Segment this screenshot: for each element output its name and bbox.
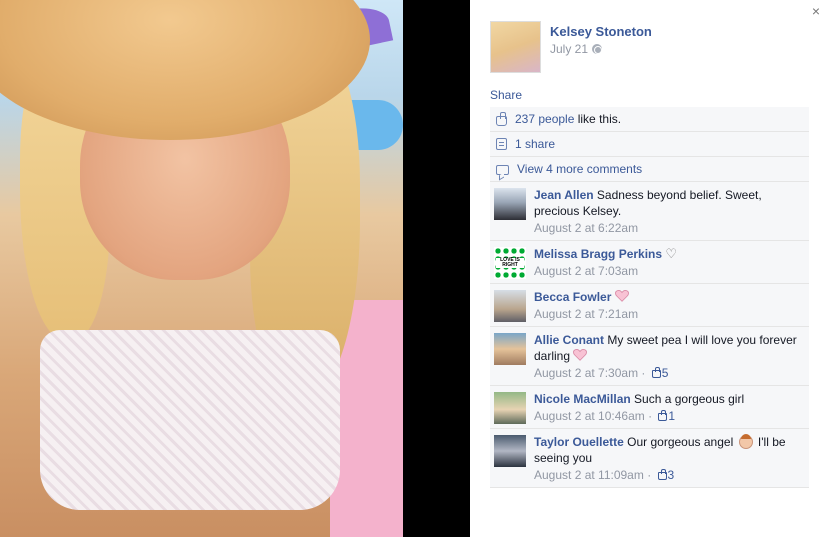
likes-count-link[interactable]: 237 people: [515, 112, 574, 126]
comment-body: Allie Conant My sweet pea I will love yo…: [534, 332, 803, 364]
commenter-avatar[interactable]: [494, 392, 526, 424]
close-icon[interactable]: ×: [809, 4, 823, 18]
comment-item: Jean Allen Sadness beyond belief. Sweet,…: [490, 182, 809, 241]
comment-body: Taylor Ouellette Our gorgeous angel I'll…: [534, 434, 803, 466]
angel-emoji-icon: [738, 434, 753, 449]
share-link[interactable]: Share: [490, 88, 522, 102]
post-date-text[interactable]: July 21: [550, 42, 588, 56]
comment-item: Taylor Ouellette Our gorgeous angel I'll…: [490, 429, 809, 488]
post-date: July 21: [550, 42, 603, 56]
feedback-section: 237 people like this. 1 share View 4 mor…: [490, 107, 809, 488]
like-icon: [657, 469, 667, 480]
likes-suffix: like this.: [574, 112, 622, 126]
comment-icon: [496, 164, 509, 175]
comment-text: Our gorgeous angel: [627, 435, 734, 449]
comment-item: LOVE IS RIGHT Melissa Bragg Perkins ♡ Au…: [490, 241, 809, 284]
comment-body: Becca Fowler: [534, 289, 803, 305]
shares-row: 1 share: [490, 132, 809, 157]
commenter-avatar[interactable]: [494, 290, 526, 322]
commenter-name[interactable]: Nicole MacMillan: [534, 392, 631, 406]
author-avatar[interactable]: [490, 21, 541, 73]
comment-item: Becca Fowler August 2 at 7:21am: [490, 284, 809, 327]
heart-outline-icon: ♡: [665, 246, 678, 261]
commenter-name[interactable]: Allie Conant: [534, 333, 604, 347]
like-icon: [651, 367, 661, 378]
likes-summary: 237 people like this.: [515, 112, 621, 126]
comment-meta: August 2 at 6:22am: [534, 220, 803, 236]
post-side-panel: × Kelsey Stoneton July 21 Share 237 peop…: [470, 0, 831, 537]
commenter-avatar[interactable]: LOVE IS RIGHT: [494, 247, 526, 279]
comment-meta: August 2 at 10:46am · 1: [534, 409, 676, 423]
commenter-avatar[interactable]: [494, 333, 526, 365]
shares-link[interactable]: 1 share: [515, 137, 555, 151]
comment-item: Allie Conant My sweet pea I will love yo…: [490, 327, 809, 386]
comment-time[interactable]: August 2 at 7:03am: [534, 264, 638, 278]
share-icon: [496, 138, 507, 150]
commenter-name[interactable]: Taylor Ouellette: [534, 435, 624, 449]
view-more-comments-link[interactable]: View 4 more comments: [517, 162, 642, 176]
author-name[interactable]: Kelsey Stoneton: [550, 24, 652, 39]
comment-item: Nicole MacMillan Such a gorgeous girl Au…: [490, 386, 809, 429]
post-author: Kelsey Stoneton July 21: [490, 21, 830, 73]
comment-meta: August 2 at 7:30am · 5: [534, 366, 669, 380]
heart-icon: [573, 349, 588, 361]
comment-body: Jean Allen Sadness beyond belief. Sweet,…: [534, 187, 803, 219]
avatar-logo-text: LOVE IS RIGHT: [496, 258, 524, 268]
commenter-name[interactable]: Melissa Bragg Perkins: [534, 247, 662, 261]
commenter-name[interactable]: Jean Allen: [534, 188, 594, 202]
comment-time[interactable]: August 2 at 6:22am: [534, 221, 638, 235]
like-icon: [658, 410, 668, 421]
comment-like-count: 3: [667, 468, 675, 482]
likes-row: 237 people like this.: [490, 107, 809, 132]
comment-body: Nicole MacMillan Such a gorgeous girl: [534, 391, 803, 407]
photo-lace-top: [40, 330, 340, 510]
comment-likes[interactable]: 3: [655, 468, 675, 482]
commenter-avatar[interactable]: [494, 435, 526, 467]
comment-likes[interactable]: 1: [655, 409, 675, 423]
comment-time[interactable]: August 2 at 7:30am: [534, 366, 638, 380]
comment-like-count: 5: [661, 366, 669, 380]
comment-text: Such a gorgeous girl: [634, 392, 745, 406]
comment-time[interactable]: August 2 at 10:46am: [534, 409, 645, 423]
comment-time[interactable]: August 2 at 7:21am: [534, 307, 638, 321]
globe-icon[interactable]: [592, 44, 603, 54]
commenter-avatar[interactable]: [494, 188, 526, 220]
comment-meta: August 2 at 7:21am: [534, 306, 803, 322]
comment-body: Melissa Bragg Perkins ♡: [534, 246, 803, 262]
comment-likes[interactable]: 5: [649, 366, 669, 380]
comment-meta: August 2 at 11:09am · 3: [534, 468, 675, 482]
like-icon: [496, 111, 507, 126]
comment-meta: August 2 at 7:03am: [534, 263, 803, 279]
view-more-row: View 4 more comments: [490, 157, 809, 182]
heart-icon: [614, 290, 629, 302]
commenter-name[interactable]: Becca Fowler: [534, 290, 611, 304]
post-photo[interactable]: [0, 0, 403, 537]
comment-time[interactable]: August 2 at 11:09am: [534, 468, 644, 482]
photo-stage: [0, 0, 470, 537]
comment-like-count: 1: [668, 409, 676, 423]
